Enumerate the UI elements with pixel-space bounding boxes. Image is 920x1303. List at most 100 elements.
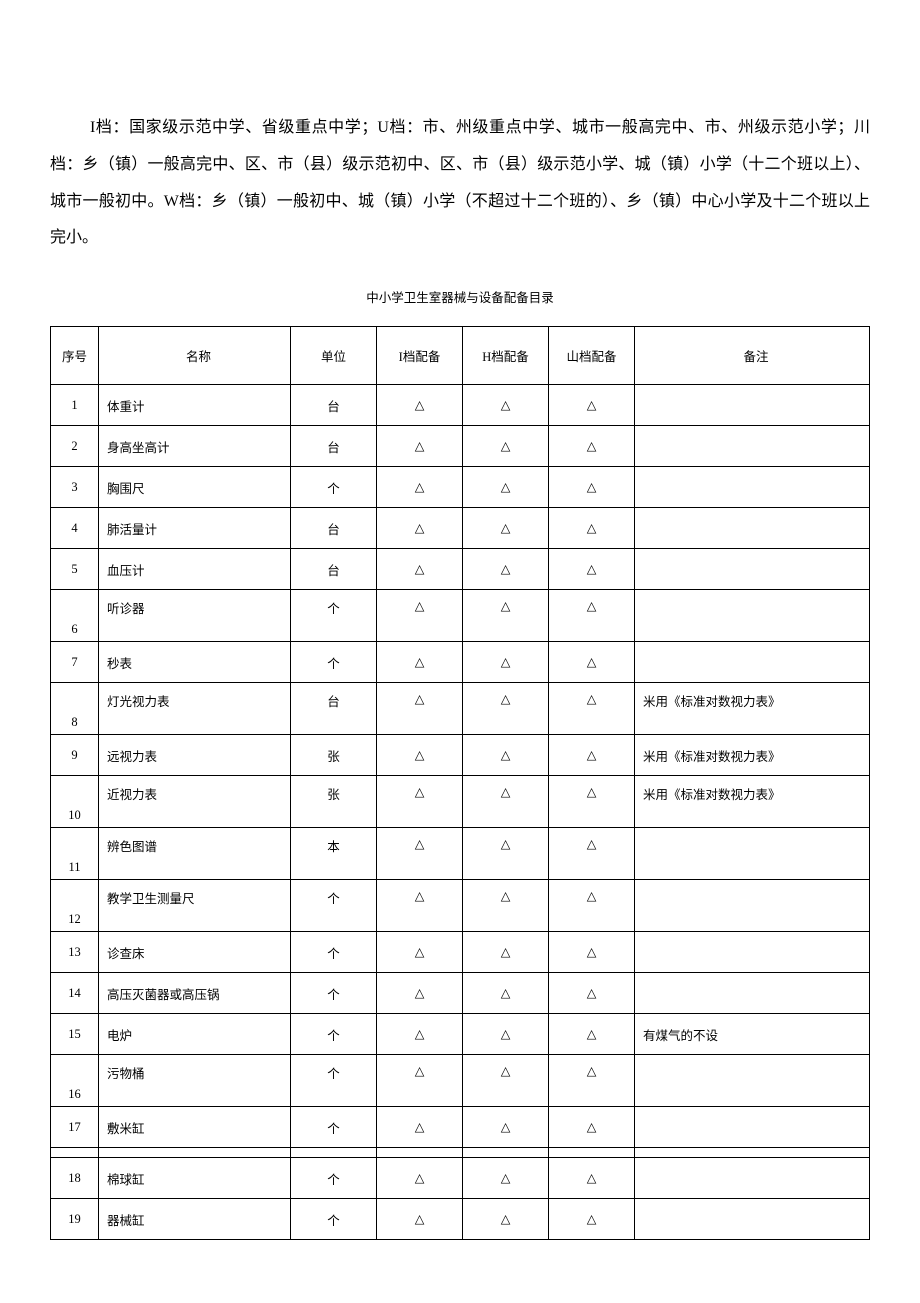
cell-grade3: △ [549, 683, 635, 735]
cell-grade3: △ [549, 642, 635, 683]
cell-name: 教学卫生测量尺 [99, 880, 291, 932]
cell-unit: 台 [291, 426, 377, 467]
table-row: 13诊查床个△△△ [51, 932, 870, 973]
cell-grade3: △ [549, 776, 635, 828]
header-name: 名称 [99, 327, 291, 385]
cell-grade2: △ [463, 1014, 549, 1055]
equipment-table: 序号 名称 单位 I档配备 H档配备 山档配备 备注 1体重计台△△△2身高坐高… [50, 326, 870, 1240]
cell-seq: 17 [51, 1107, 99, 1148]
intro-text: I档：国家级示范中学、省级重点中学；U档：市、州级重点中学、城市一般高完中、市、… [50, 119, 870, 246]
cell-name: 肺活量计 [99, 508, 291, 549]
cell-grade2: △ [463, 467, 549, 508]
cell-grade2: △ [463, 385, 549, 426]
cell-seq: 10 [51, 776, 99, 828]
table-row: 8灯光视力表台△△△米用《标准对数视力表》 [51, 683, 870, 735]
cell-grade1: △ [377, 1055, 463, 1107]
cell-name: 灯光视力表 [99, 683, 291, 735]
cell-name: 高压灭菌器或高压锅 [99, 973, 291, 1014]
cell-grade2: △ [463, 549, 549, 590]
cell-grade1: △ [377, 683, 463, 735]
cell-grade1: △ [377, 1158, 463, 1199]
cell-note [635, 642, 870, 683]
cell-grade2: △ [463, 426, 549, 467]
cell-name: 远视力表 [99, 735, 291, 776]
cell-grade1: △ [377, 590, 463, 642]
cell-seq: 1 [51, 385, 99, 426]
cell-seq: 14 [51, 973, 99, 1014]
cell-grade1: △ [377, 1199, 463, 1240]
cell-grade1: △ [377, 508, 463, 549]
cell-note: 米用《标准对数视力表》 [635, 683, 870, 735]
cell-grade1: △ [377, 932, 463, 973]
table-row: 1体重计台△△△ [51, 385, 870, 426]
intro-paragraph: I档：国家级示范中学、省级重点中学；U档：市、州级重点中学、城市一般高完中、市、… [50, 110, 870, 257]
cell-grade3: △ [549, 590, 635, 642]
table-row: 19器械缸个△△△ [51, 1199, 870, 1240]
cell-grade3: △ [549, 932, 635, 973]
cell-unit: 本 [291, 828, 377, 880]
cell-seq: 15 [51, 1014, 99, 1055]
cell-note [635, 1199, 870, 1240]
table-row: 14高压灭菌器或高压锅个△△△ [51, 973, 870, 1014]
cell-note [635, 1158, 870, 1199]
cell-note [635, 590, 870, 642]
cell-grade2: △ [463, 776, 549, 828]
cell-seq: 8 [51, 683, 99, 735]
cell-name: 身高坐高计 [99, 426, 291, 467]
table-row: 2身高坐高计台△△△ [51, 426, 870, 467]
cell-name: 听诊器 [99, 590, 291, 642]
cell-name: 辨色图谱 [99, 828, 291, 880]
table-row: 11辨色图谱本△△△ [51, 828, 870, 880]
cell-name: 敷米缸 [99, 1107, 291, 1148]
cell-unit: 个 [291, 590, 377, 642]
header-grade2: H档配备 [463, 327, 549, 385]
cell-grade3: △ [549, 508, 635, 549]
header-grade1: I档配备 [377, 327, 463, 385]
table-row: 15电炉个△△△有煤气的不设 [51, 1014, 870, 1055]
table-row: 7秒表个△△△ [51, 642, 870, 683]
cell-grade3: △ [549, 880, 635, 932]
cell-name: 器械缸 [99, 1199, 291, 1240]
cell-grade2: △ [463, 880, 549, 932]
cell-grade1: △ [377, 1014, 463, 1055]
table-gap-row [51, 1148, 870, 1158]
cell-grade1: △ [377, 776, 463, 828]
table-caption: 中小学卫生室器械与设备配备目录 [50, 287, 870, 306]
cell-note: 有煤气的不设 [635, 1014, 870, 1055]
cell-unit: 个 [291, 932, 377, 973]
header-note: 备注 [635, 327, 870, 385]
cell-grade3: △ [549, 1055, 635, 1107]
cell-note [635, 426, 870, 467]
cell-seq: 7 [51, 642, 99, 683]
cell-grade2: △ [463, 932, 549, 973]
table-row: 18棉球缸个△△△ [51, 1158, 870, 1199]
cell-grade1: △ [377, 735, 463, 776]
cell-name: 污物桶 [99, 1055, 291, 1107]
cell-seq: 16 [51, 1055, 99, 1107]
cell-grade3: △ [549, 1014, 635, 1055]
cell-grade2: △ [463, 973, 549, 1014]
cell-grade1: △ [377, 828, 463, 880]
cell-note [635, 1055, 870, 1107]
cell-grade2: △ [463, 1158, 549, 1199]
cell-unit: 台 [291, 385, 377, 426]
cell-grade3: △ [549, 549, 635, 590]
table-row: 6听诊器个△△△ [51, 590, 870, 642]
cell-unit: 张 [291, 735, 377, 776]
cell-unit: 个 [291, 880, 377, 932]
header-grade3: 山档配备 [549, 327, 635, 385]
cell-grade2: △ [463, 735, 549, 776]
cell-grade2: △ [463, 590, 549, 642]
cell-seq: 18 [51, 1158, 99, 1199]
table-header-row: 序号 名称 单位 I档配备 H档配备 山档配备 备注 [51, 327, 870, 385]
cell-seq: 6 [51, 590, 99, 642]
cell-unit: 个 [291, 1199, 377, 1240]
cell-grade1: △ [377, 642, 463, 683]
cell-unit: 个 [291, 1107, 377, 1148]
cell-unit: 张 [291, 776, 377, 828]
cell-grade1: △ [377, 880, 463, 932]
cell-note [635, 880, 870, 932]
cell-grade1: △ [377, 549, 463, 590]
cell-note: 米用《标准对数视力表》 [635, 776, 870, 828]
cell-grade3: △ [549, 735, 635, 776]
